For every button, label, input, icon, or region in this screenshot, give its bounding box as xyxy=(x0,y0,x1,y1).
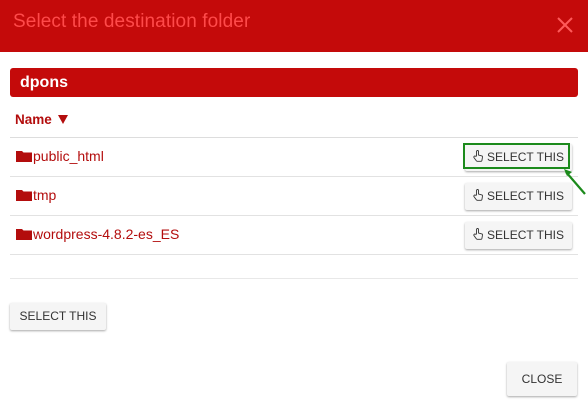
select-folder-button-label: SELECT THIS xyxy=(487,150,564,164)
folder-icon xyxy=(16,151,32,162)
close-button[interactable]: CLOSE xyxy=(507,362,577,396)
select-folder-button-label: SELECT THIS xyxy=(487,189,564,203)
table-row: public_html SELECT THIS xyxy=(10,138,578,177)
sort-descending-icon[interactable] xyxy=(58,115,68,124)
folder-link[interactable]: tmp xyxy=(33,187,56,203)
folder-icon xyxy=(16,229,32,240)
select-current-folder-button[interactable]: SELECT THIS xyxy=(10,303,106,330)
select-folder-dialog: Select the destination folder dpons Name… xyxy=(0,0,588,404)
hand-pointer-icon xyxy=(473,150,483,162)
close-icon[interactable] xyxy=(556,16,574,34)
current-path-label: dpons xyxy=(20,74,68,91)
table-row: tmp SELECT THIS xyxy=(10,177,578,216)
select-folder-button[interactable]: SELECT THIS xyxy=(465,183,572,210)
select-folder-button[interactable]: SELECT THIS xyxy=(465,144,572,171)
table-row: wordpress-4.8.2-es_ES SELECT THIS xyxy=(10,216,578,255)
table-header: Name xyxy=(10,104,578,138)
select-folder-button[interactable]: SELECT THIS xyxy=(465,222,572,249)
select-folder-button-label: SELECT THIS xyxy=(487,228,564,242)
annotation-arrow-icon xyxy=(564,169,586,195)
folder-link[interactable]: public_html xyxy=(33,148,104,164)
folder-link[interactable]: wordpress-4.8.2-es_ES xyxy=(33,226,179,242)
dialog-header: Select the destination folder xyxy=(0,0,588,52)
name-column-header[interactable]: Name xyxy=(15,112,52,127)
hand-pointer-icon xyxy=(473,189,483,201)
current-path-bar: dpons xyxy=(10,68,578,97)
hand-pointer-icon xyxy=(473,228,483,240)
folder-icon xyxy=(16,190,32,201)
divider xyxy=(10,278,578,279)
dialog-title: Select the destination folder xyxy=(13,11,251,32)
